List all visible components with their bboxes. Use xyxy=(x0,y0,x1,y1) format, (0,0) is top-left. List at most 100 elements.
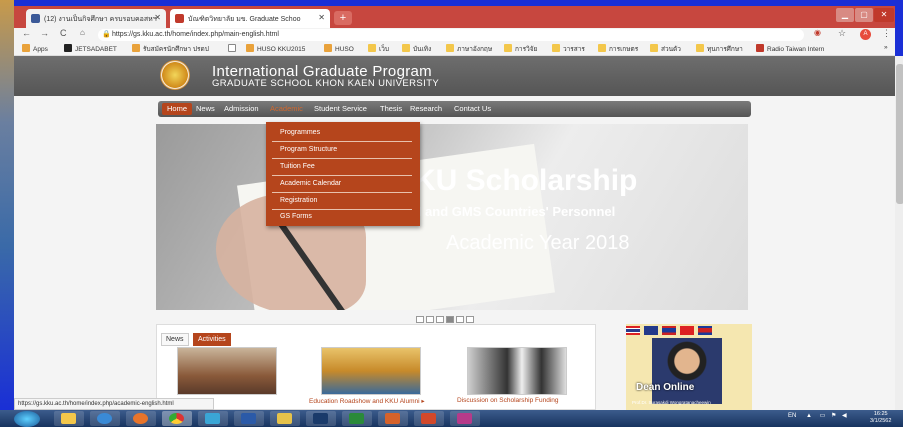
bookmark-folder[interactable]: การวิจัย xyxy=(504,44,537,54)
activity-thumbnail[interactable] xyxy=(321,347,421,395)
activity-caption[interactable]: Education Roadshow and KKU Alumni ▸ xyxy=(309,397,444,405)
taskbar-photoshop[interactable] xyxy=(306,411,336,426)
vietnam-flag-icon[interactable] xyxy=(680,326,694,335)
menu-admission[interactable]: Admission xyxy=(224,104,259,113)
language-indicator[interactable]: EN xyxy=(788,413,796,419)
taskbar-pdf[interactable] xyxy=(378,411,408,426)
tray-arrow-icon[interactable]: ▲ xyxy=(806,413,812,419)
bookmark-folder[interactable]: บันเทิง xyxy=(402,44,431,54)
tab-activities[interactable]: Activities xyxy=(192,333,231,346)
cambodia-flag-icon[interactable] xyxy=(698,326,712,335)
bookmark-huso[interactable]: HUSO xyxy=(324,44,354,53)
bookmark-folder[interactable]: ทุนการศึกษา xyxy=(696,44,743,54)
taskbar-chrome[interactable] xyxy=(162,411,192,426)
network-icon[interactable]: ▭ xyxy=(820,413,826,419)
taskbar-explorer[interactable] xyxy=(54,411,84,426)
menu-home[interactable]: Home xyxy=(162,103,192,115)
tab-news[interactable]: News xyxy=(161,333,189,346)
slider-dot-active[interactable] xyxy=(446,316,454,323)
taskbar-powerpoint[interactable] xyxy=(414,411,444,426)
dropdown-academic-calendar[interactable]: Academic Calendar xyxy=(272,177,412,193)
menu-contact-us[interactable]: Contact Us xyxy=(454,104,491,113)
profile-avatar[interactable]: A xyxy=(860,29,871,40)
folder-icon xyxy=(552,44,560,52)
home-icon[interactable]: ⌂ xyxy=(80,28,85,37)
close-tab-icon[interactable]: ✕ xyxy=(318,13,325,22)
close-window-button[interactable]: ✕ xyxy=(874,8,894,22)
apps-grid-icon xyxy=(22,44,30,52)
page-scrollbar[interactable] xyxy=(895,56,903,410)
taskbar-ie[interactable] xyxy=(90,411,120,426)
back-arrow-icon[interactable]: ← xyxy=(22,28,31,38)
browser-tab-bar: (12) งานเป็นกิจศึกษา ครบรอบคอสหฯ ✕ บัณฑิ… xyxy=(14,6,895,28)
menu-academic[interactable]: Academic xyxy=(270,104,303,113)
forward-arrow-icon[interactable]: → xyxy=(40,28,49,38)
slider-dot[interactable] xyxy=(466,316,474,323)
taskbar-snipping[interactable] xyxy=(450,411,480,426)
bookmark-folder[interactable]: วารสาร xyxy=(552,44,585,54)
dropdown-programmes[interactable]: Programmes xyxy=(272,126,412,142)
bookmark-apps[interactable]: Apps xyxy=(22,44,48,53)
status-bar-url: https://gs.kku.ac.th/home/index.php/acad… xyxy=(14,398,214,410)
bookmark-folder[interactable]: เว็บ xyxy=(368,44,389,54)
banner-slider[interactable]: KU Scholarship EAN and GMS Countries' Pe… xyxy=(156,124,748,310)
bookmark-huso-kku[interactable]: HUSO KKU2015 xyxy=(246,44,305,53)
dropdown-tuition-fee[interactable]: Tuition Fee xyxy=(272,160,412,176)
browser-tab-kku[interactable]: บัณฑิตวิทยาลัย มข. Graduate Schoo ✕ xyxy=(170,9,330,28)
menu-thesis[interactable]: Thesis xyxy=(380,104,402,113)
bookmark-folder[interactable]: ภาษาอังกฤษ xyxy=(446,44,492,54)
bookmark-radio-taiwan[interactable]: Radio Taiwan Intern xyxy=(756,44,824,53)
thai-flag-icon[interactable] xyxy=(626,326,640,335)
slider-dot[interactable] xyxy=(456,316,464,323)
browser-tab-facebook[interactable]: (12) งานเป็นกิจศึกษา ครบรอบคอสหฯ ✕ xyxy=(26,9,166,28)
new-tab-button[interactable]: + xyxy=(334,11,352,25)
reload-icon[interactable]: C xyxy=(60,28,67,38)
taskbar-image-viewer[interactable] xyxy=(198,411,228,426)
web-page: International Graduate Program GRADUATE … xyxy=(14,56,903,410)
star-icon[interactable]: ☆ xyxy=(838,28,846,39)
slider-dot[interactable] xyxy=(426,316,434,323)
dropdown-registration[interactable]: Registration xyxy=(272,194,412,210)
menu-student-service[interactable]: Student Service xyxy=(314,104,367,113)
kku-icon xyxy=(175,14,184,23)
bookmark-admission[interactable]: รับสมัครนักศึกษา ปรดป xyxy=(132,44,209,54)
bookmark-blank[interactable] xyxy=(228,44,239,53)
activity-thumbnail[interactable] xyxy=(177,347,277,395)
laos-flag-icon[interactable] xyxy=(662,326,676,335)
activity-caption[interactable]: Discussion on Scholarship Funding xyxy=(457,397,592,404)
menu-research[interactable]: Research xyxy=(410,104,442,113)
menu-news[interactable]: News xyxy=(196,104,215,113)
menu-dots-icon[interactable]: ⋮ xyxy=(882,28,891,39)
taskbar-excel[interactable] xyxy=(342,411,372,426)
clock[interactable]: 16:25 3/1/2562 xyxy=(870,411,891,425)
taskbar-word[interactable] xyxy=(234,411,264,426)
bookmark-folder[interactable]: ส่วนตัว xyxy=(650,44,681,54)
dropdown-gs-forms[interactable]: GS Forms xyxy=(272,210,412,226)
kku-logo[interactable] xyxy=(160,60,190,90)
word-icon xyxy=(241,413,256,424)
site-subtitle: GRADUATE SCHOOL KHON KAEN UNIVERSITY xyxy=(212,78,440,89)
url-input[interactable]: 🔒 https://gs.kku.ac.th/home/index.php/ma… xyxy=(98,29,804,41)
extension-icon[interactable]: ◉ xyxy=(814,28,821,37)
taskbar-explorer-2[interactable] xyxy=(270,411,300,426)
flag-icon[interactable]: ⚑ xyxy=(831,413,836,419)
volume-icon[interactable]: ◀ xyxy=(842,413,847,419)
taskbar-firefox[interactable] xyxy=(126,411,156,426)
more-bookmarks-button[interactable]: » xyxy=(884,44,888,51)
bookmark-folder[interactable]: การเกษตร xyxy=(598,44,638,54)
close-tab-icon[interactable]: ✕ xyxy=(154,13,161,22)
activity-thumbnail[interactable] xyxy=(467,347,567,395)
bookmark-jetsadabet[interactable]: JETSADABET xyxy=(64,44,117,53)
start-button[interactable] xyxy=(14,411,40,427)
huso-icon xyxy=(246,44,254,52)
uk-flag-icon[interactable] xyxy=(644,326,658,335)
slider-dot[interactable] xyxy=(436,316,444,323)
scrollbar-thumb[interactable] xyxy=(896,64,903,204)
folder-icon xyxy=(61,413,76,424)
news-tabs: News Activities xyxy=(161,328,231,346)
slider-dot[interactable] xyxy=(416,316,424,323)
snipping-tool-icon xyxy=(457,413,472,424)
dropdown-program-structure[interactable]: Program Structure xyxy=(272,143,412,159)
maximize-button[interactable]: ▢ xyxy=(855,8,873,22)
minimize-button[interactable]: ▁ xyxy=(836,8,854,22)
